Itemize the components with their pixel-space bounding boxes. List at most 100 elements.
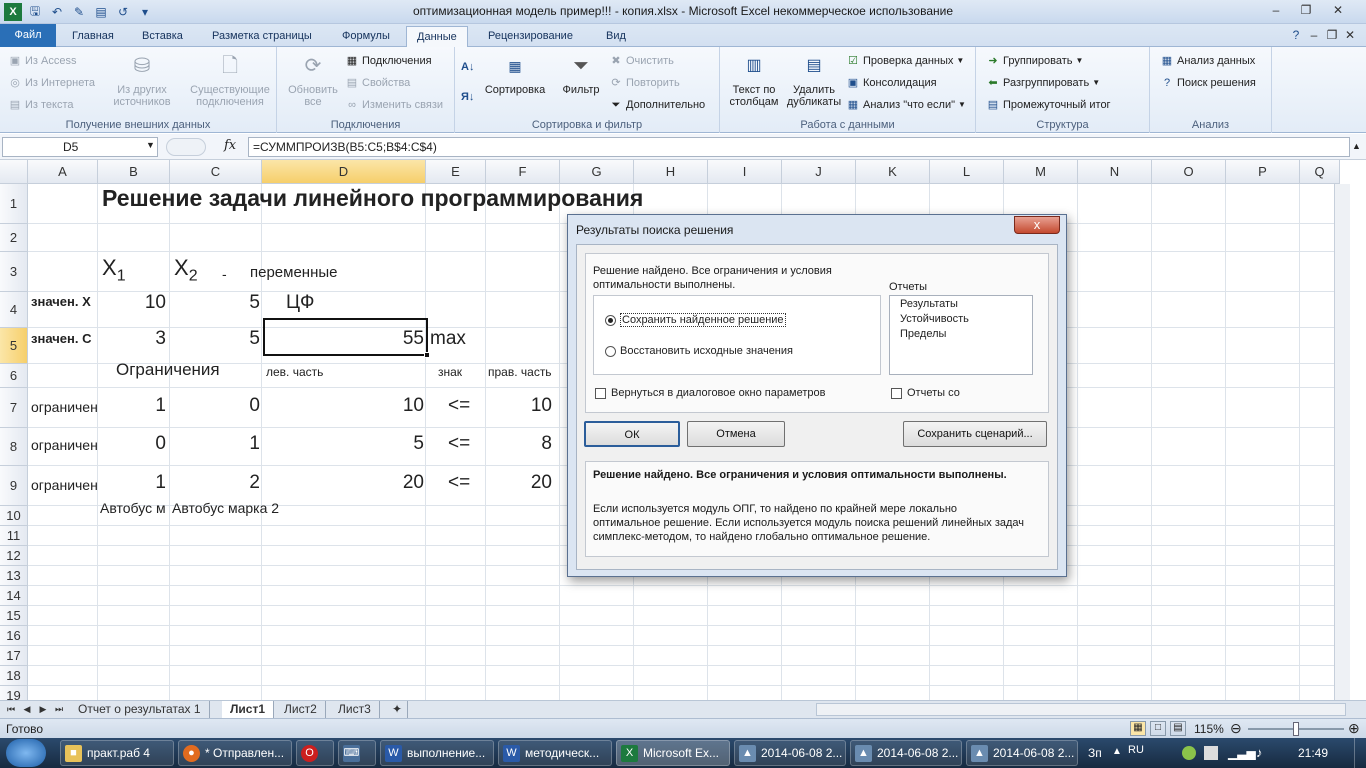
row-header-14[interactable]: 14 — [0, 586, 28, 606]
tray-network-icon[interactable]: ▁▃▅ — [1228, 746, 1256, 760]
from-web-button[interactable]: ◎ Из Интернета — [8, 73, 95, 93]
other-sources-button[interactable]: ⛁ Из других источников — [102, 51, 182, 108]
row-header-5[interactable]: 5 — [0, 328, 28, 364]
subtotal-button[interactable]: ▤ Промежуточный итог — [986, 95, 1111, 115]
ok-button[interactable]: ОК — [584, 421, 680, 447]
last-sheet-icon[interactable]: ⏭ — [52, 701, 66, 718]
ungroup-button[interactable]: ⬅ Разгруппировать ▼ — [986, 73, 1100, 93]
column-header-d[interactable]: D — [262, 160, 426, 184]
solver-button[interactable]: ? Поиск решения — [1160, 73, 1256, 93]
tab-page-layout[interactable]: Разметка страницы — [202, 26, 322, 47]
tab-home[interactable]: Главная — [62, 26, 124, 47]
task-image-3[interactable]: ▲ 2014-06-08 2... — [966, 740, 1078, 766]
column-header-f[interactable]: F — [486, 160, 560, 184]
start-button[interactable] — [6, 739, 46, 767]
task-folder[interactable]: ■ практ.раб 4 — [60, 740, 174, 766]
row-header-11[interactable]: 11 — [0, 526, 28, 546]
row-header-10[interactable]: 10 — [0, 506, 28, 526]
group-button[interactable]: ➜ Группировать ▼ — [986, 51, 1083, 71]
page-break-view-icon[interactable]: ▤ — [1170, 721, 1186, 736]
row-header-18[interactable]: 18 — [0, 666, 28, 686]
next-sheet-icon[interactable]: ▶ — [36, 701, 50, 718]
sort-button[interactable]: ▦ Сортировка — [481, 51, 549, 96]
row-header-8[interactable]: 8 — [0, 428, 28, 466]
outline-reports-checkbox[interactable]: Отчеты со — [891, 387, 960, 399]
close-window-button[interactable]: ✕ — [1324, 1, 1352, 19]
zoom-in-icon[interactable]: ⊕ — [1348, 720, 1360, 737]
save-scenario-button[interactable]: Сохранить сценарий... — [903, 421, 1047, 447]
cell-d5[interactable]: 55 — [266, 328, 424, 350]
row-header-13[interactable]: 13 — [0, 566, 28, 586]
select-all-corner[interactable] — [0, 160, 28, 184]
row-header-4[interactable]: 4 — [0, 292, 28, 328]
row-header-19[interactable]: 19 — [0, 686, 28, 700]
row-header-1[interactable]: 1 — [0, 184, 28, 224]
sheet-tab-list1[interactable]: Лист1 — [222, 701, 275, 718]
report-item-results[interactable]: Результаты — [900, 298, 958, 310]
sort-az-button[interactable]: A↓ — [461, 57, 474, 77]
tab-file[interactable]: Файл — [0, 24, 56, 47]
minimize-button[interactable]: – — [1262, 1, 1290, 19]
tray-volume-icon[interactable]: ♪ — [1256, 745, 1263, 760]
keep-solution-radio[interactable]: Сохранить найденное решение — [605, 313, 786, 327]
column-header-m[interactable]: M — [1004, 160, 1078, 184]
row-header-7[interactable]: 7 — [0, 388, 28, 428]
task-image-1[interactable]: ▲ 2014-06-08 2... — [734, 740, 846, 766]
tray-clock[interactable]: 21:49 — [1298, 746, 1328, 760]
reapply-button[interactable]: ⟳ Повторить — [609, 73, 679, 93]
row-header-15[interactable]: 15 — [0, 606, 28, 626]
expand-formula-icon[interactable]: ▲ — [1352, 141, 1361, 151]
column-header-o[interactable]: O — [1152, 160, 1226, 184]
clear-filter-button[interactable]: ✖ Очистить — [609, 51, 674, 71]
formula-bar-handle-icon[interactable] — [166, 138, 206, 156]
task-word-2[interactable]: Wметодическ... — [498, 740, 612, 766]
tray-lang-short[interactable]: Зп — [1088, 746, 1102, 760]
dialog-close-button[interactable]: x — [1014, 216, 1060, 234]
task-firefox[interactable]: ● * Отправлен... — [178, 740, 292, 766]
task-image-2[interactable]: ▲ 2014-06-08 2... — [850, 740, 962, 766]
column-header-c[interactable]: C — [170, 160, 262, 184]
existing-connections-button[interactable]: 🗋 Существующие подключения — [186, 51, 274, 108]
name-box[interactable]: D5 — [2, 137, 158, 157]
column-header-j[interactable]: J — [782, 160, 856, 184]
show-desktop-button[interactable] — [1354, 738, 1366, 768]
advanced-filter-button[interactable]: ⏷ Дополнительно — [609, 95, 706, 115]
sheet-tab-list2[interactable]: Лист2 — [276, 701, 326, 718]
from-text-button[interactable]: ▤ Из текста — [8, 95, 74, 115]
restore-button[interactable]: ❐ — [1292, 1, 1320, 19]
normal-view-icon[interactable]: ▦ — [1130, 721, 1146, 736]
tab-data[interactable]: Данные — [406, 26, 468, 48]
row-header-6[interactable]: 6 — [0, 364, 28, 388]
row-header-3[interactable]: 3 — [0, 252, 28, 292]
column-header-a[interactable]: A — [28, 160, 98, 184]
consolidate-button[interactable]: ▣ Консолидация — [846, 73, 937, 93]
column-header-b[interactable]: B — [98, 160, 170, 184]
tab-review[interactable]: Рецензирование — [478, 26, 583, 47]
connections-button[interactable]: ▦ Подключения — [345, 51, 432, 71]
task-keyboard[interactable]: ⌨ — [338, 740, 376, 766]
tab-view[interactable]: Вид — [596, 26, 636, 47]
column-header-l[interactable]: L — [930, 160, 1004, 184]
tray-up-arrow-icon[interactable]: ▲ — [1112, 746, 1122, 757]
row-header-9[interactable]: 9 — [0, 466, 28, 506]
restore-values-radio[interactable]: Восстановить исходные значения — [605, 345, 793, 357]
zoom-slider-handle[interactable] — [1293, 722, 1299, 736]
horizontal-scrollbar[interactable] — [816, 703, 1346, 716]
column-header-k[interactable]: K — [856, 160, 930, 184]
data-validation-button[interactable]: ☑ Проверка данных ▼ — [846, 51, 964, 71]
edit-links-button[interactable]: ∞ Изменить связи — [345, 95, 443, 115]
column-header-p[interactable]: P — [1226, 160, 1300, 184]
name-box-dropdown-icon[interactable]: ▼ — [146, 140, 155, 150]
sheet-tab-list3[interactable]: Лист3 — [330, 701, 380, 718]
refresh-all-button[interactable]: ⟳ Обновить все — [281, 51, 345, 108]
sheet-tab-report[interactable]: Отчет о результатах 1 — [70, 701, 210, 718]
tray-language[interactable]: RU — [1128, 744, 1144, 756]
zoom-level[interactable]: 115% — [1194, 722, 1224, 736]
row-header-16[interactable]: 16 — [0, 626, 28, 646]
column-header-h[interactable]: H — [634, 160, 708, 184]
row-header-17[interactable]: 17 — [0, 646, 28, 666]
task-excel[interactable]: X Microsoft Ex... — [616, 740, 730, 766]
row-header-2[interactable]: 2 — [0, 224, 28, 252]
text-to-columns-button[interactable]: ▥ Текст по столбцам — [724, 51, 784, 109]
zoom-out-icon[interactable]: ⊖ — [1230, 720, 1242, 737]
